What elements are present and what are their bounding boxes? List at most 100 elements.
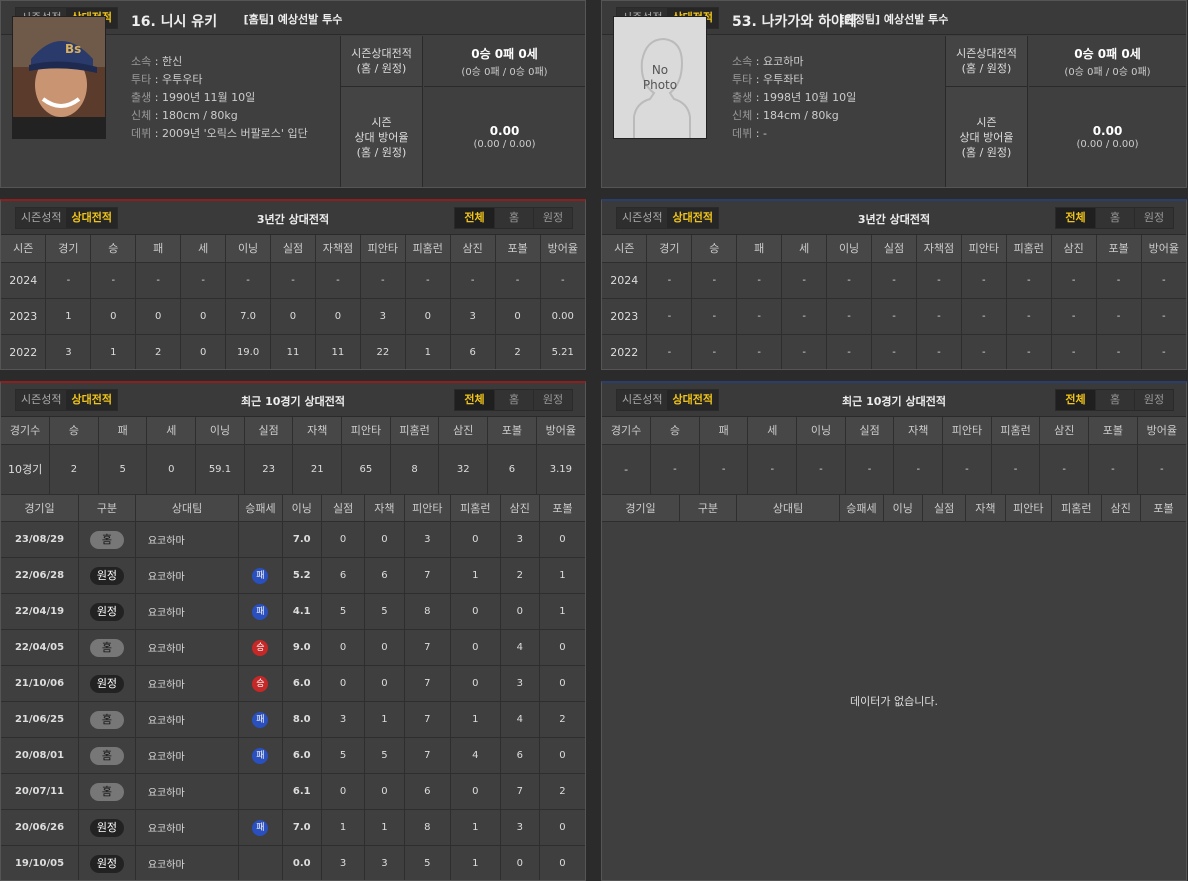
filter-away[interactable]: 원정 xyxy=(533,208,572,228)
column-header: 시즌 xyxy=(1,235,47,263)
filter-all[interactable]: 전체 xyxy=(455,208,494,228)
table-cell: 6 xyxy=(487,444,537,495)
table-cell: 홈 xyxy=(78,737,136,774)
table-cell: 5 xyxy=(404,845,452,880)
game-row[interactable]: 19/10/05 원정 요코하마 0.0 3 3 5 1 0 0 xyxy=(1,845,585,880)
table-cell: - xyxy=(871,262,917,299)
table-cell: 3 xyxy=(500,665,540,702)
column-header: 삼진 xyxy=(438,417,489,445)
filter-away[interactable]: 원정 xyxy=(1134,208,1173,228)
season-record-value: 0승 0패 0세 (0승 0패 / 0승 0패) xyxy=(1029,36,1186,87)
result-badge: 패 xyxy=(252,747,269,764)
table-cell: - xyxy=(1096,334,1142,369)
table-cell: 21/10/06 xyxy=(1,665,80,702)
table-cell: 2 xyxy=(135,334,182,369)
filter-all[interactable]: 전체 xyxy=(455,390,494,410)
filter-away[interactable]: 원정 xyxy=(1134,390,1173,410)
column-header: 피홈런 xyxy=(450,494,501,522)
table-cell: 0 xyxy=(450,593,501,630)
column-header: 자책 xyxy=(364,494,405,522)
table-cell: 6.1 xyxy=(282,773,322,810)
game-row[interactable]: 20/07/11 홈 요코하마 6.1 0 0 6 0 7 2 xyxy=(1,773,585,810)
filter-all[interactable]: 전체 xyxy=(1056,390,1095,410)
table-cell: 0 xyxy=(364,773,405,810)
table-cell: - xyxy=(1088,444,1138,495)
filter-segment: 전체 홈 원정 xyxy=(1055,389,1174,411)
player-info: 소속 : 한신 투타 : 우투우타 출생 : 1990년 11월 10일 신체 … xyxy=(131,55,308,140)
game-row[interactable]: 22/06/28 원정 요코하마 패 5.2 6 6 7 1 2 1 xyxy=(1,557,585,594)
filter-away[interactable]: 원정 xyxy=(533,390,572,410)
column-header: 이닝 xyxy=(282,494,322,522)
venue-badge: 홈 xyxy=(89,638,124,657)
table-cell: 1 xyxy=(321,809,366,846)
venue-badge: 원정 xyxy=(89,854,124,873)
info-value: 1998년 10월 10일 xyxy=(762,91,857,104)
table-cell: 7 xyxy=(404,557,452,594)
column-header: 실점 xyxy=(922,494,967,522)
recent-ten-summary-table: 경기수 승 패 세 이닝 실점 자책 피안타 피홈런 삼진 포볼 방어율 - - - - - - - - - - - - xyxy=(602,417,1186,495)
game-row[interactable]: 23/08/29 홈 요코하마 7.0 0 0 3 0 3 0 xyxy=(1,521,585,558)
table-cell: - xyxy=(781,298,828,335)
table-cell: 원정 xyxy=(78,665,136,702)
column-header: 자책 xyxy=(893,417,944,445)
column-header: 이닝 xyxy=(225,235,272,263)
table-cell: 8.0 xyxy=(282,701,322,738)
table-cell: - xyxy=(1141,334,1186,369)
filter-home[interactable]: 홈 xyxy=(494,390,533,410)
table-cell: 7.0 xyxy=(282,521,322,558)
table-cell: - xyxy=(225,262,272,299)
table-cell: - xyxy=(90,262,137,299)
game-row[interactable]: 20/08/01 홈 요코하마 패 6.0 5 5 7 4 6 0 xyxy=(1,737,585,774)
table-cell: 3 xyxy=(500,521,540,558)
table-cell: 원정 xyxy=(78,809,136,846)
table-cell: 20/06/26 xyxy=(1,809,80,846)
filter-segment: 전체 홈 원정 xyxy=(1055,207,1174,229)
filter-all[interactable]: 전체 xyxy=(1056,208,1095,228)
season-record-small: (0승 0패 / 0승 0패) xyxy=(1064,66,1151,78)
game-row[interactable]: 21/06/25 홈 요코하마 패 8.0 3 1 7 1 4 2 xyxy=(1,701,585,738)
table-cell: - xyxy=(495,262,541,299)
table-cell: 65 xyxy=(341,444,391,495)
table-cell: 요코하마 xyxy=(135,665,240,702)
table-cell: 요코하마 xyxy=(135,701,240,738)
table-cell: - xyxy=(699,444,749,495)
header-row: 시즌 경기 승 패 세 이닝 실점 자책점 피안타 피홈런 삼진 포볼 방어율 xyxy=(1,235,585,263)
game-row[interactable]: 21/10/06 원정 요코하마 승 6.0 0 0 7 0 3 0 xyxy=(1,665,585,702)
table-cell: 6 xyxy=(450,334,496,369)
result-badge: 승 xyxy=(252,639,269,656)
venue-badge: 원정 xyxy=(89,818,124,837)
table-cell: - xyxy=(691,334,738,369)
game-row[interactable]: 22/04/05 홈 요코하마 승 9.0 0 0 7 0 4 0 xyxy=(1,629,585,666)
filter-home[interactable]: 홈 xyxy=(1095,390,1134,410)
table-cell: - xyxy=(781,334,828,369)
table-cell: - xyxy=(1051,262,1097,299)
column-header: 이닝 xyxy=(826,235,873,263)
filter-home[interactable]: 홈 xyxy=(494,208,533,228)
table-cell: 0 xyxy=(321,773,366,810)
table-cell: 0 xyxy=(539,521,585,558)
table-cell: 2 xyxy=(49,444,99,495)
season-era-big: 0.00 xyxy=(489,124,520,138)
game-row[interactable]: 22/04/19 원정 요코하마 패 4.1 5 5 8 0 0 1 xyxy=(1,593,585,630)
column-header: 포볼 xyxy=(539,494,585,522)
table-cell: - xyxy=(747,444,798,495)
player-photo-placeholder: No Photo xyxy=(613,16,707,139)
table-cell: - xyxy=(781,262,828,299)
table-cell: - xyxy=(893,444,944,495)
game-row[interactable]: 20/06/26 원정 요코하마 패 7.0 1 1 8 1 3 0 xyxy=(1,809,585,846)
info-value: 요코하마 xyxy=(762,55,804,68)
table-cell: 1 xyxy=(539,557,585,594)
season-stats-grid: 시즌상대전적 (홈 / 원정) 0승 0패 0세 (0승 0패 / 0승 0패) … xyxy=(340,36,585,187)
column-header: 경기수 xyxy=(1,417,51,445)
filter-home[interactable]: 홈 xyxy=(1095,208,1134,228)
column-header: 세 xyxy=(180,235,227,263)
table-cell: 32 xyxy=(438,444,489,495)
table-cell: 2 xyxy=(495,334,541,369)
table-cell: 7.0 xyxy=(225,298,272,335)
table-cell: 0 xyxy=(450,773,501,810)
table-cell: - xyxy=(315,262,361,299)
season-record-label: 시즌상대전적 (홈 / 원정) xyxy=(341,36,423,87)
table-cell: - xyxy=(646,298,693,335)
table-cell: - xyxy=(796,444,846,495)
column-header: 삼진 xyxy=(450,235,496,263)
